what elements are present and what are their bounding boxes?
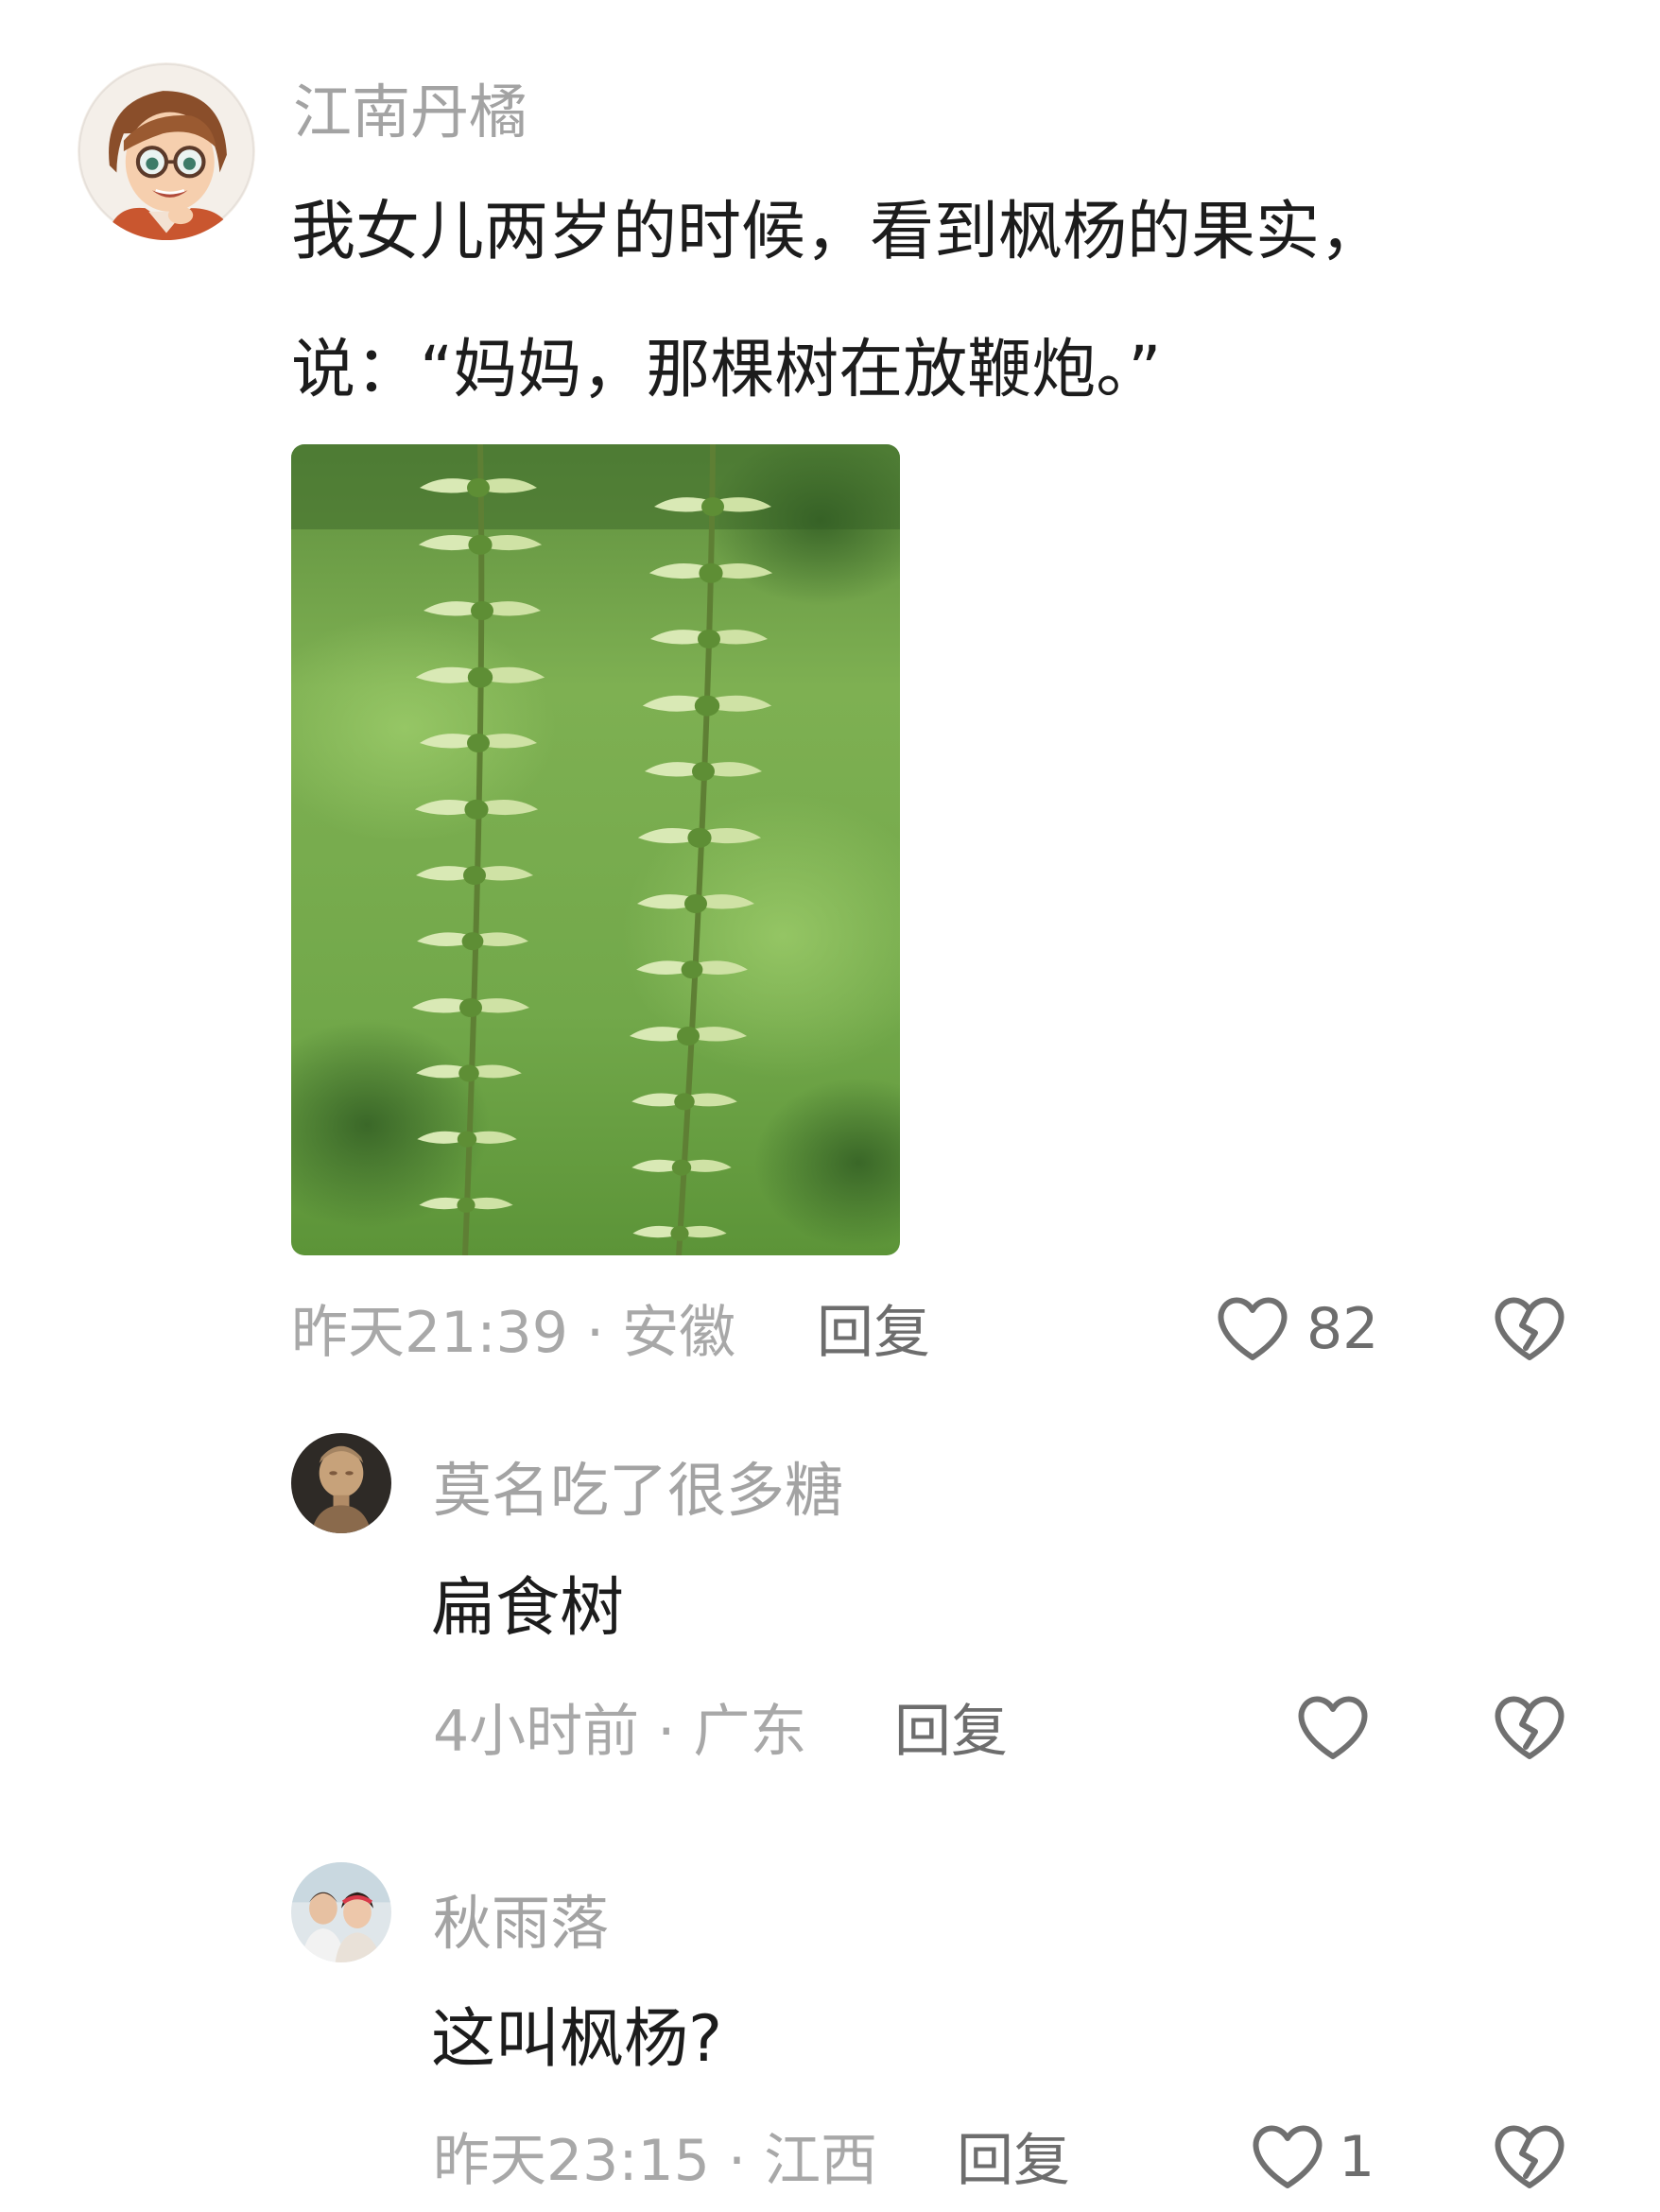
- like-count: 82: [1306, 1296, 1379, 1362]
- reply-button[interactable]: 回复: [817, 1305, 930, 1361]
- comment-text: 我女儿两岁的时候，看到枫杨的果实，: [291, 195, 1385, 269]
- comment-text: 扁食树: [431, 1571, 625, 1646]
- heart-outline-icon[interactable]: [1250, 2121, 1325, 2191]
- comment-image[interactable]: [291, 444, 900, 1255]
- like-count: 1: [1339, 2124, 1375, 2190]
- reply-button[interactable]: 回复: [894, 1703, 1008, 1760]
- comment-text: 说：“妈妈，那棵树在放鞭炮。”: [291, 333, 1162, 407]
- broken-heart-icon[interactable]: [1492, 2121, 1567, 2191]
- comment-meta: 4小时前 · 广东: [433, 1699, 807, 1765]
- avatar[interactable]: [78, 62, 255, 240]
- username[interactable]: 莫名吃了很多糖: [433, 1461, 843, 1520]
- reply-button[interactable]: 回复: [957, 2133, 1070, 2189]
- comment-text: 这叫枫杨?: [431, 2002, 723, 2077]
- broken-heart-icon[interactable]: [1492, 1293, 1567, 1363]
- broken-heart-icon[interactable]: [1492, 1692, 1567, 1762]
- username[interactable]: 秋雨落: [433, 1894, 609, 1953]
- comment-meta: 昨天23:15 · 江西: [433, 2128, 878, 2194]
- username[interactable]: 江南丹橘: [293, 83, 527, 142]
- comment-meta: 昨天21:39 · 安徽: [291, 1300, 736, 1366]
- avatar[interactable]: [291, 1862, 391, 1962]
- heart-outline-icon[interactable]: [1295, 1692, 1371, 1762]
- avatar[interactable]: [291, 1433, 391, 1533]
- heart-outline-icon[interactable]: [1215, 1293, 1290, 1363]
